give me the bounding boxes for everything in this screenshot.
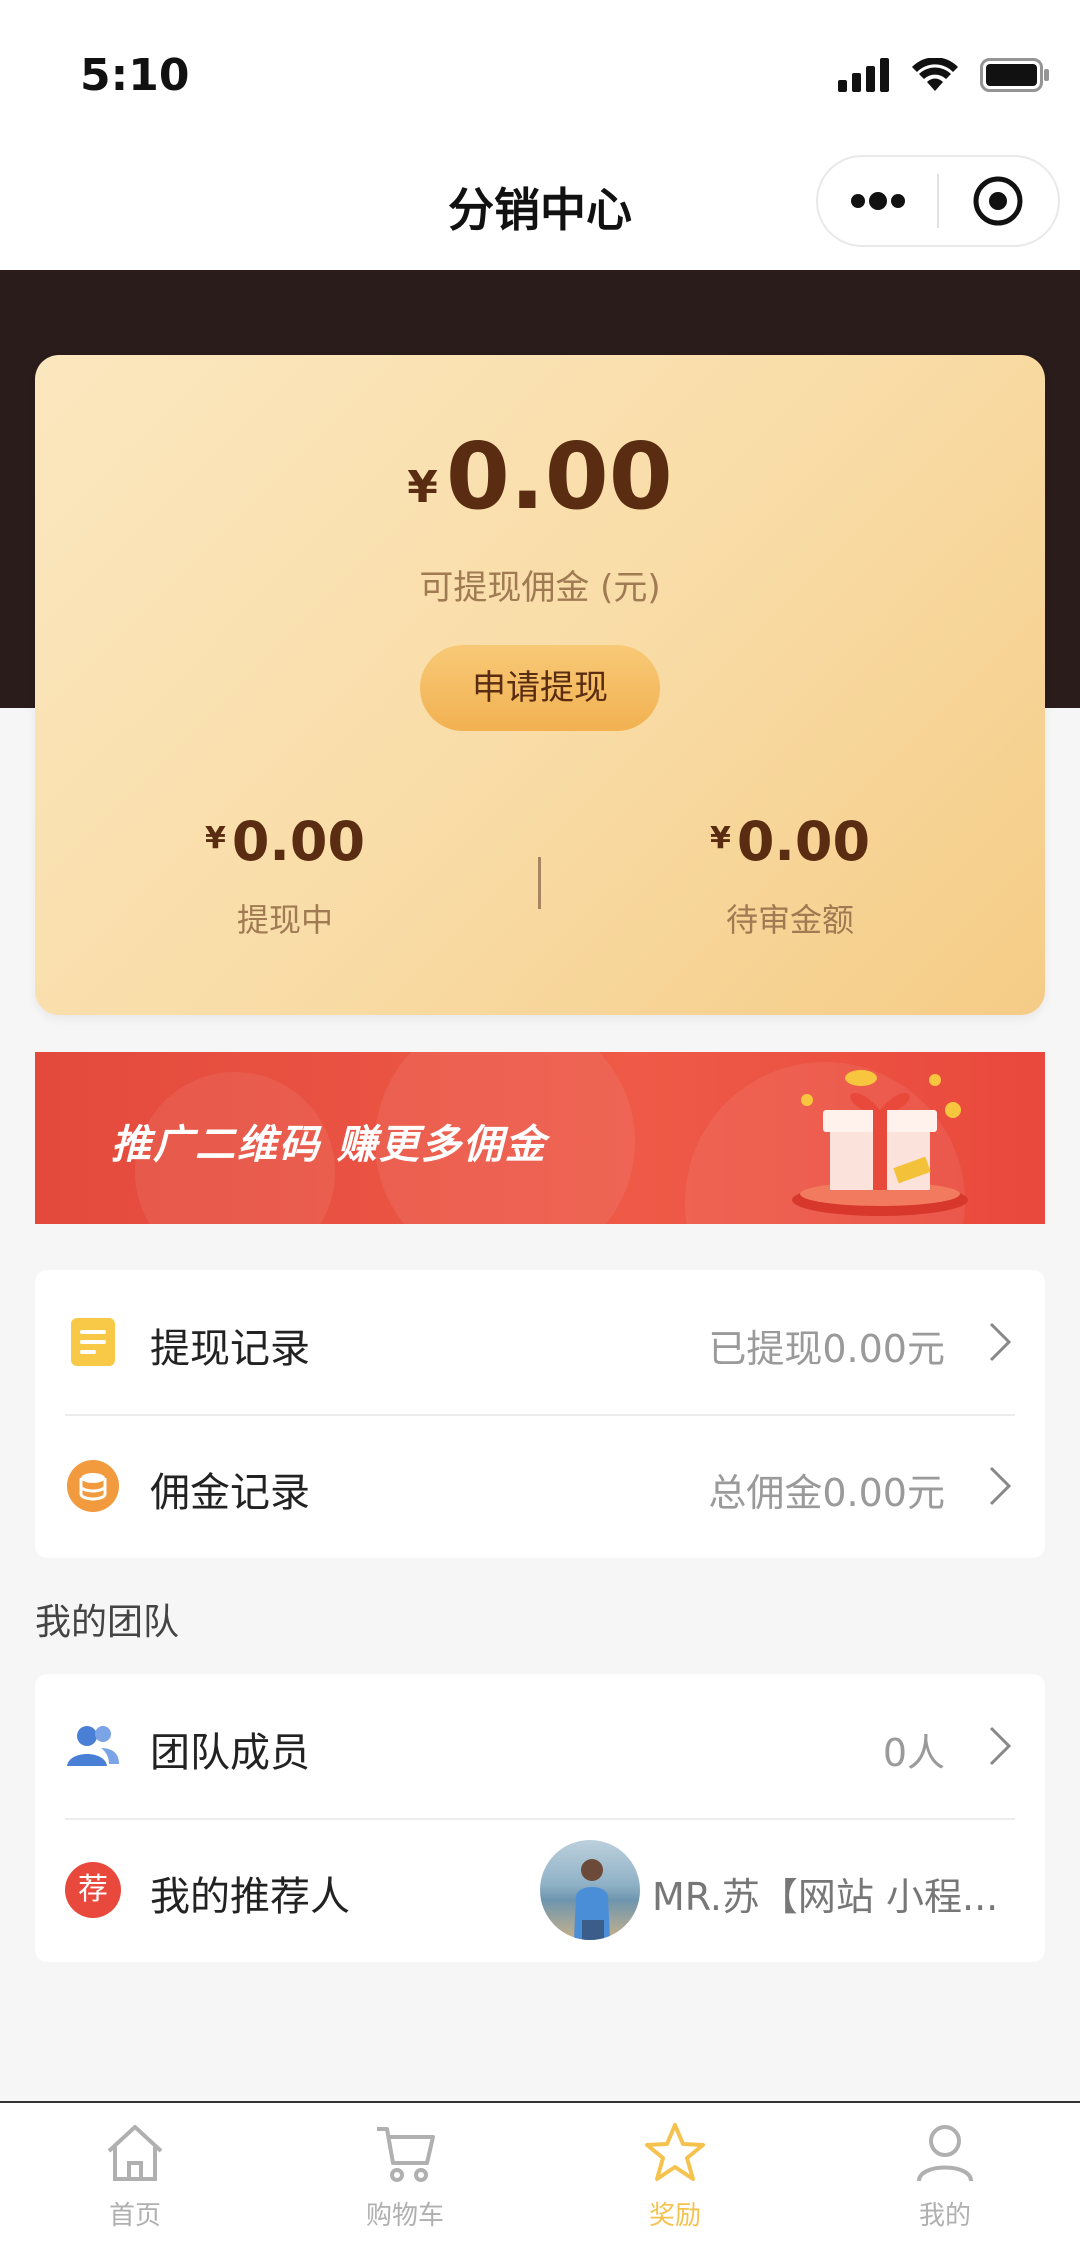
target-close-icon [973, 176, 1023, 226]
referrer-badge-icon: 荐 [65, 1862, 121, 1918]
currency-symbol: ¥ [204, 821, 226, 856]
wifi-icon [912, 58, 958, 91]
gift-box-icon [792, 1070, 968, 1216]
promo-banner-text: 推广二维码 赚更多佣金 [111, 1122, 547, 1168]
close-mini-program-button[interactable] [939, 157, 1058, 245]
home-icon [107, 2125, 163, 2181]
withdraw-record-title: 提现记录 [150, 1326, 310, 1372]
commission-record-value: 总佣金0.00元 [708, 1471, 945, 1515]
status-bar: 5:10 [0, 0, 1080, 150]
withdraw-record-value: 已提现0.00元 [708, 1327, 945, 1371]
person-photo-icon [574, 1859, 610, 1940]
withdrawing-stat: ¥0.00 提现中 [85, 810, 485, 941]
more-dots-icon [850, 192, 905, 210]
referrer-avatar [540, 1840, 640, 1940]
bottom-tab-bar: 首页 购物车 奖励 我的 [0, 2101, 1080, 2266]
withdraw-record-row[interactable]: 提现记录 已提现0.00元 [35, 1270, 1045, 1414]
apply-withdraw-button[interactable]: 申请提现 [420, 645, 660, 731]
tab-home[interactable]: 首页 [0, 2103, 270, 2266]
star-icon [645, 2123, 705, 2181]
pending-review-label: 待审金额 [725, 901, 854, 939]
cellular-signal-icon [838, 58, 889, 92]
chevron-right-icon [989, 1466, 1012, 1506]
nav-bar: 分销中心 [0, 150, 1080, 270]
chevron-right-icon [989, 1322, 1012, 1362]
available-amount: ¥0.00 [35, 423, 1045, 530]
tab-mine[interactable]: 我的 [810, 2103, 1080, 2266]
coins-icon [67, 1460, 119, 1512]
team-members-count: 0人 [882, 1731, 945, 1775]
pending-review-amount-value: 0.00 [736, 810, 871, 873]
pending-review-amount: ¥0.00 [590, 810, 990, 873]
cart-icon [377, 2127, 435, 2182]
team-card: 团队成员 0人 荐 我的推荐人 MR.苏【网站 小程... [35, 1674, 1045, 1962]
users-icon [67, 1726, 119, 1766]
tab-rewards[interactable]: 奖励 [540, 2103, 810, 2266]
commission-record-row[interactable]: 佣金记录 总佣金0.00元 [35, 1414, 1045, 1558]
commission-record-title: 佣金记录 [150, 1470, 310, 1516]
commission-card: ¥0.00 可提现佣金 (元) 申请提现 ¥0.00 提现中 ¥0.00 待审金… [35, 355, 1045, 1015]
chevron-right-icon [989, 1726, 1012, 1766]
tab-rewards-label: 奖励 [648, 2201, 701, 2231]
tab-home-label: 首页 [108, 2201, 161, 2231]
withdrawing-amount: ¥0.00 [85, 810, 485, 873]
tab-cart-label: 购物车 [365, 2201, 444, 2231]
promo-qrcode-banner[interactable]: 推广二维码 赚更多佣金 [35, 1052, 1045, 1224]
status-icons [838, 58, 1050, 92]
user-icon [917, 2125, 973, 2182]
withdrawing-label: 提现中 [236, 901, 333, 939]
tab-cart[interactable]: 购物车 [270, 2103, 540, 2266]
available-amount-label: 可提现佣金 (元) [419, 568, 661, 608]
my-team-section-title: 我的团队 [35, 1602, 180, 1643]
team-members-row[interactable]: 团队成员 0人 [35, 1674, 1045, 1818]
mini-program-capsule [816, 155, 1060, 247]
referrer-title: 我的推荐人 [150, 1874, 350, 1920]
records-card: 提现记录 已提现0.00元 佣金记录 总佣金0.00元 [35, 1270, 1045, 1558]
withdrawing-amount-value: 0.00 [231, 810, 366, 873]
currency-symbol: ¥ [709, 821, 731, 856]
distribution-center-page: 5:10 分销中心 ¥0.00 可提现佣金 (元) 申请提现 ¥ 0.00 提现… [0, 0, 1080, 2266]
stat-divider [538, 857, 541, 909]
tab-mine-label: 我的 [918, 2201, 971, 2231]
currency-symbol: ¥ [407, 462, 438, 513]
document-icon [71, 1318, 115, 1366]
pending-review-stat: ¥0.00 待审金额 [590, 810, 990, 941]
team-members-title: 团队成员 [150, 1730, 310, 1776]
status-time: 5:10 [80, 50, 190, 101]
more-menu-button[interactable] [818, 157, 937, 245]
referrer-row[interactable]: 荐 我的推荐人 MR.苏【网站 小程... [35, 1818, 1045, 1962]
referrer-name: MR.苏【网站 小程... [652, 1875, 999, 1919]
available-amount-value: 0.00 [445, 423, 673, 530]
battery-icon [980, 58, 1049, 92]
